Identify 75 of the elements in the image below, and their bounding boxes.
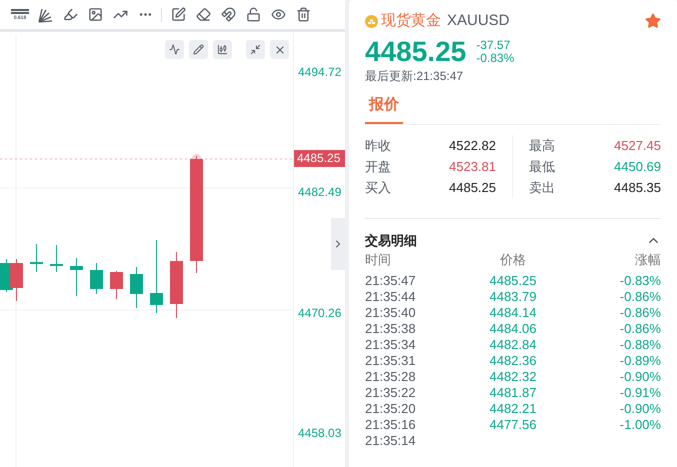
quote-value: 4450.69 (614, 158, 661, 176)
quote-label: 开盘 (365, 158, 391, 176)
trade-change: -1.00% (620, 416, 661, 432)
quote-label: 最低 (529, 158, 555, 176)
trade-change: -0.91% (620, 384, 661, 400)
trade-change: -0.90% (620, 368, 661, 384)
candle (110, 270, 123, 300)
trade-time: 21:35:38 (365, 320, 417, 336)
pencil-icon[interactable] (189, 40, 208, 59)
axis-label: 4482.49 (298, 185, 342, 200)
candle (170, 252, 183, 318)
trade-change: -0.86% (620, 320, 661, 336)
candle (70, 258, 83, 296)
last-update-time: 最后更新:21:35:47 (365, 68, 464, 84)
trade-time: 21:35:20 (365, 400, 417, 416)
eraser-icon[interactable] (194, 6, 212, 24)
candle (50, 244, 63, 272)
trade-time: 21:35:22 (365, 384, 417, 400)
trade-price: 4484.14 (489, 304, 536, 320)
quote-value: 4485.35 (614, 179, 661, 197)
quote-value: 4523.81 (449, 158, 496, 176)
trade-change: -0.86% (620, 288, 661, 304)
last-price: 4485.25 (365, 34, 466, 68)
trade-price: 4481.87 (489, 384, 536, 400)
trade-time: 21:35:34 (365, 336, 417, 352)
axis-label: 4470.26 (298, 306, 342, 320)
quote-label: 买入 (365, 179, 391, 197)
current-price-tag: 4485.25 (294, 150, 345, 167)
candlestick-icon[interactable] (213, 40, 232, 59)
trade-price: 4484.06 (489, 320, 536, 336)
column-header: 价格 (500, 250, 526, 268)
axis-label: 4494.72 (298, 65, 342, 79)
trade-time: 21:35:31 (365, 352, 417, 368)
column-header: 时间 (365, 250, 392, 268)
trade-price: 4477.56 (489, 416, 536, 432)
trade-price: 4485.25 (489, 272, 536, 288)
quote-label: 昨收 (365, 137, 391, 155)
candle (130, 266, 143, 308)
section-title: 交易明细 (365, 232, 417, 250)
trade-change: -0.86% (620, 304, 661, 320)
trade-time: 21:35:44 (365, 288, 417, 304)
price-change: -37.57 (476, 38, 512, 52)
close-icon[interactable] (270, 40, 289, 59)
axis-label: 4458.03 (298, 426, 342, 440)
trade-change: -0.89% (620, 352, 661, 368)
trade-price: 4482.84 (489, 336, 536, 352)
trade-price: 4482.21 (489, 400, 536, 416)
price-change-percent: -0.83% (476, 52, 514, 64)
trade-time: 21:35:47 (365, 272, 417, 288)
trade-time: 21:35:40 (365, 304, 417, 320)
trade-change: -0.90% (620, 400, 661, 416)
instrument-symbol: XAUUSD (447, 11, 510, 31)
trade-change: -0.83% (620, 272, 661, 288)
trade-time: 21:35:14 (365, 432, 417, 448)
quote-value: 4527.45 (614, 137, 661, 155)
quote-value: 4485.25 (449, 179, 496, 197)
trade-price: 4482.32 (489, 368, 536, 384)
trade-price: 4482.36 (489, 352, 536, 368)
trade-time: 21:35:28 (365, 368, 417, 384)
indicator-icon[interactable] (165, 40, 184, 59)
favorite-star-icon[interactable] (645, 13, 661, 30)
collapse-icon[interactable] (246, 40, 265, 59)
coin-icon (365, 14, 378, 28)
candle (30, 244, 43, 272)
quote-value: 4522.82 (449, 137, 496, 155)
column-header: 涨幅 (634, 250, 661, 268)
quote-label: 卖出 (529, 179, 555, 197)
trade-price: 4483.79 (489, 288, 536, 304)
quote-label: 最高 (529, 137, 555, 155)
instrument-name: 现货黄金 (381, 11, 441, 31)
candle (10, 258, 23, 302)
trade-change: -0.88% (620, 336, 661, 352)
magnet-icon[interactable] (219, 6, 237, 24)
candle (90, 262, 103, 294)
trade-time: 21:35:16 (365, 416, 417, 432)
